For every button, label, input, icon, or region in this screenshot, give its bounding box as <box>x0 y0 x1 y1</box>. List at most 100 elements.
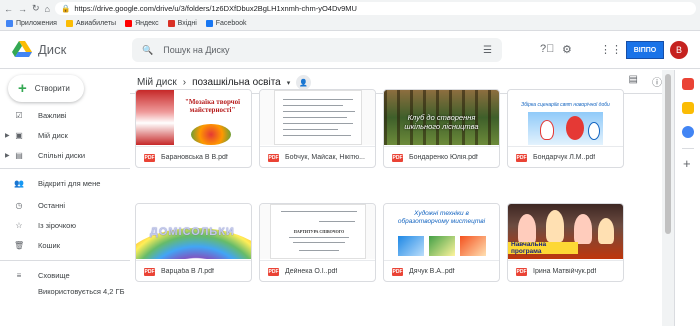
sidebar-item-shared-drives[interactable]: ▶ ▤ Спільні диски <box>0 148 130 162</box>
expand-arrow-icon[interactable]: ▶ <box>5 152 10 159</box>
browser-toolbar: ← → ↻ ⌂ 🔒 https://drive.google.com/drive… <box>0 0 700 17</box>
pdf-icon: PDF <box>392 267 403 276</box>
bookmark-inbox[interactable]: Вхідні <box>167 20 197 27</box>
thumb-title: Клуб до створення шкільного лісництва <box>404 113 479 131</box>
drive-logo-icon <box>12 41 32 57</box>
file-thumbnail: Художні техніки в образотворчому мистецт… <box>384 204 499 259</box>
avatar[interactable]: В <box>670 41 688 59</box>
keep-icon[interactable] <box>682 102 694 114</box>
search-input[interactable]: 🔍 Пошук на Диску ☰ <box>132 38 502 62</box>
file-card[interactable]: Навчальна програма PDF Ірина Матвійчук.pd… <box>507 203 624 282</box>
drive-icon: ▣ <box>15 130 23 140</box>
storage-usage: Використовується 4,2 ГБ <box>38 286 125 296</box>
search-options-icon[interactable]: ☰ <box>483 45 492 56</box>
apps-grid-icon[interactable]: ⋮⋮ <box>600 43 622 56</box>
help-icon[interactable]: ?⃝ <box>540 43 554 55</box>
tasks-icon[interactable] <box>682 126 694 138</box>
pdf-icon: PDF <box>516 153 527 162</box>
yandex-icon <box>125 20 133 27</box>
address-bar[interactable]: 🔒 https://drive.google.com/drive/u/3/fol… <box>54 2 696 15</box>
file-caption: PDF Ірина Матвійчук.pdf <box>508 260 623 281</box>
thumb-title: Навчальна програма <box>508 241 578 255</box>
file-caption: PDF Варцаба В Л.pdf <box>136 260 251 281</box>
bookmarks-bar: Приложения Авиабилеты Яндекс Вхідні Face… <box>0 17 700 31</box>
sidebar-item-priority[interactable]: ☑ Важливі <box>0 108 130 122</box>
pdf-icon: PDF <box>392 153 403 162</box>
search-icon[interactable]: 🔍 <box>142 45 153 56</box>
facebook-icon <box>205 20 213 27</box>
thumb-title: Художні техніки в образотворчому мистецт… <box>397 210 486 225</box>
divider <box>0 168 130 169</box>
info-icon[interactable]: ⓘ <box>652 74 662 89</box>
file-name: Ірина Матвійчук.pdf <box>533 268 597 275</box>
pdf-icon: PDF <box>268 267 279 276</box>
view-controls: ▤ ⓘ <box>629 74 662 89</box>
file-card[interactable]: PDF Бобчук, Майсак, Нікітю... <box>259 89 376 168</box>
storage-icon: ≡ <box>16 270 22 280</box>
file-thumbnail: Клуб до створення шкільного лісництва <box>384 90 499 145</box>
people-icon: 👥 <box>14 178 24 188</box>
file-caption: PDF Дейнека О.І..pdf <box>260 260 375 281</box>
sidebar-item-starred[interactable]: ☆ Із зірочкою <box>0 218 130 232</box>
bookmark-apps[interactable]: Приложения <box>6 20 57 27</box>
side-panel: + <box>674 70 700 326</box>
sidebar-item-storage[interactable]: ≡ Сховище <box>0 268 130 282</box>
divider <box>682 148 694 149</box>
expand-arrow-icon[interactable]: ▶ <box>5 132 10 139</box>
shared-folder-icon[interactable]: 👤 <box>296 75 312 90</box>
thumb-title: ПАРТИТУРА СПІВОЧОГО <box>293 229 345 234</box>
main-content: Мій диск › позашкільна освіта ▾ 👤 ▤ ⓘ "М… <box>130 70 662 326</box>
app-name: Диск <box>38 42 67 57</box>
trash-icon: 🗑 <box>14 240 25 250</box>
file-thumbnail: Збірка сценаріїв свят новорічної доби <box>508 90 623 145</box>
back-icon[interactable]: ← <box>4 4 13 14</box>
search-placeholder: Пошук на Диску <box>163 45 230 55</box>
file-card[interactable]: Збірка сценаріїв свят новорічної доби PD… <box>507 89 624 168</box>
gear-icon[interactable]: ⚙ <box>562 43 572 56</box>
file-card[interactable]: ПАРТИТУРА СПІВОЧОГО PDF Дейнека О.І..pdf <box>259 203 376 282</box>
add-addon-icon[interactable]: + <box>683 156 691 171</box>
chevron-down-icon[interactable]: ▾ <box>287 79 291 87</box>
file-thumbnail: "Мозаїка творчої майстерності" <box>136 90 251 145</box>
bookmark-flights[interactable]: Авиабилеты <box>65 20 116 27</box>
file-name: Барановська В В.pdf <box>161 154 228 161</box>
bookmark-yandex[interactable]: Яндекс <box>125 20 159 27</box>
home-icon[interactable]: ⌂ <box>45 4 50 14</box>
sidebar: + Створити ☑ Важливі ▶ ▣ Мій диск ▶ ▤ Спільні… <box>0 70 130 326</box>
bookmark-facebook[interactable]: Facebook <box>205 20 247 27</box>
drive-logo[interactable]: Диск <box>0 41 130 58</box>
pdf-icon: PDF <box>516 267 527 276</box>
file-card[interactable]: ДОМІСОЛЬКИ PDF Варцаба В Л.pdf <box>135 203 252 282</box>
star-icon: ☆ <box>15 220 23 230</box>
file-name: Дейнека О.І..pdf <box>285 268 338 275</box>
org-badge[interactable]: ВІППО <box>626 41 664 59</box>
sidebar-item-trash[interactable]: 🗑 Кошик <box>0 238 130 252</box>
pdf-icon: PDF <box>144 153 155 162</box>
file-card[interactable]: Клуб до створення шкільного лісництва PD… <box>383 89 500 168</box>
list-view-icon[interactable]: ▤ <box>629 74 638 89</box>
forward-icon[interactable]: → <box>18 4 27 14</box>
file-name: Бобчук, Майсак, Нікітю... <box>285 154 365 161</box>
thumb-title: Збірка сценаріїв свят новорічної доби <box>521 102 610 108</box>
chevron-right-icon: › <box>182 77 187 88</box>
breadcrumb-root[interactable]: Мій диск <box>137 77 177 88</box>
breadcrumb-current[interactable]: позашкільна освіта <box>192 77 281 88</box>
sidebar-item-shared-with-me[interactable]: 👥 Відкриті для мене <box>0 176 130 190</box>
shared-drives-icon: ▤ <box>15 150 23 160</box>
sidebar-item-recent[interactable]: ◷ Останні <box>0 198 130 212</box>
create-button[interactable]: + Створити <box>8 75 84 102</box>
file-caption: PDF Бобчук, Майсак, Нікітю... <box>260 146 375 167</box>
sidebar-item-my-drive[interactable]: ▶ ▣ Мій диск <box>0 128 130 142</box>
file-thumbnail: Навчальна програма <box>508 204 623 259</box>
file-name: Варцаба В Л.pdf <box>161 268 214 275</box>
file-card[interactable]: Художні техніки в образотворчому мистецт… <box>383 203 500 282</box>
reload-icon[interactable]: ↻ <box>32 3 40 14</box>
file-caption: PDF Барановська В В.pdf <box>136 146 251 167</box>
file-card[interactable]: "Мозаїка творчої майстерності" PDF Барано… <box>135 89 252 168</box>
scrollbar-thumb[interactable] <box>665 74 671 234</box>
file-name: Дячук В.А..pdf <box>409 268 455 275</box>
file-name: Бондаренко Юлія.pdf <box>409 154 478 161</box>
file-thumbnail <box>260 90 375 145</box>
scrollbar[interactable] <box>662 70 674 326</box>
calendar-icon[interactable] <box>682 78 694 90</box>
